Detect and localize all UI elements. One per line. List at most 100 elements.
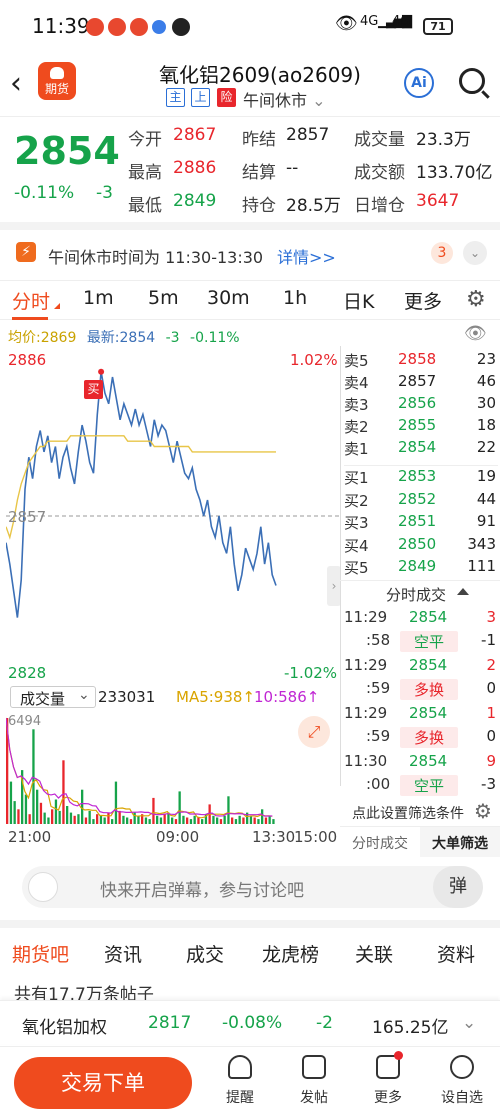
tab-30m[interactable]: 30m	[207, 287, 250, 309]
volume-bar	[253, 817, 256, 824]
tab-5m[interactable]: 5m	[148, 287, 179, 309]
add-watchlist-button[interactable]: 设自选	[434, 1055, 490, 1107]
trade-seconds: :58	[366, 631, 391, 649]
remind-button[interactable]: 提醒	[212, 1055, 268, 1107]
tab-news[interactable]: 资讯	[104, 940, 142, 967]
volume-bar	[152, 797, 155, 824]
panel-toggle-arrow-icon[interactable]: ›	[327, 566, 341, 606]
volume-bar	[39, 802, 43, 824]
change-value: -3	[96, 183, 113, 203]
tab-ranking[interactable]: 龙虎榜	[262, 940, 319, 967]
session-status[interactable]: 午间休市 ⌄	[243, 87, 326, 111]
period-tabs: 分时 1m 5m 30m 1h 日K 更多 ⚙	[0, 280, 500, 320]
axis-bottom-price: 2828	[8, 664, 47, 682]
filter-gear-icon[interactable]: ⚙	[474, 799, 492, 823]
tab-1h[interactable]: 1h	[283, 287, 307, 309]
volume-bar	[137, 815, 140, 824]
filter-settings-link[interactable]: 点此设置筛选条件	[352, 803, 464, 823]
lightning-icon: ⚡	[16, 242, 36, 262]
subtab-big-orders[interactable]: 大单筛选	[432, 833, 488, 853]
book-price: 2856	[398, 394, 437, 412]
latest-change: -3	[165, 330, 180, 346]
trades-title[interactable]: 分时成交	[386, 584, 446, 605]
danmaku-settings-icon[interactable]	[28, 872, 58, 902]
trade-seconds: :59	[366, 679, 391, 697]
weighted-index-bar[interactable]: 氧化铝加权 2817 -0.08% -2 165.25亿 ⌄	[0, 1000, 500, 1044]
content-tabs: 期货吧 资讯 成交 龙虎榜 关联 资料	[0, 920, 500, 972]
trade-type: 多换	[400, 727, 459, 748]
book-level-label: 卖1	[344, 440, 369, 458]
axis-mid-price: 2857	[8, 508, 47, 526]
visibility-eye-icon[interactable]: 👁	[464, 323, 487, 344]
tab-profile[interactable]: 资料	[437, 940, 475, 967]
trade-time: 11:29	[344, 656, 388, 674]
notice-bar[interactable]: ⚡ 午间休市时间为 11:30-13:30 详情>> 3 ⌄	[0, 222, 500, 274]
book-price: 2857	[398, 372, 437, 390]
volume-bar	[264, 817, 268, 824]
weighted-price: 2817	[148, 1013, 192, 1033]
tab-1m[interactable]: 1m	[83, 287, 114, 309]
expand-chevron-icon[interactable]: ⌄	[463, 241, 487, 265]
time-label-break: 13:30	[252, 828, 296, 846]
book-volume: 44	[476, 489, 496, 508]
volume-value: 233031	[98, 688, 156, 706]
volume-bar	[99, 815, 103, 824]
more-button[interactable]: 更多	[360, 1051, 416, 1107]
trades-collapse-icon[interactable]	[457, 588, 469, 595]
settings-gear-icon[interactable]: ⚙	[466, 287, 486, 312]
trade-oi-change: 0	[486, 679, 496, 697]
quote-value: 2849	[173, 191, 217, 211]
trade-price: 2854	[409, 704, 448, 722]
trade-type: 空平	[400, 631, 459, 652]
tab-forum[interactable]: 期货吧	[12, 940, 69, 967]
trade-order-button[interactable]: 交易下单	[14, 1057, 192, 1109]
volume-bar	[96, 814, 99, 824]
volume-bar	[219, 819, 223, 824]
expand-arrows-icon[interactable]: ⤢	[298, 716, 330, 748]
avg-price-line	[6, 435, 276, 540]
book-volume: 23	[476, 350, 496, 368]
volume-bar	[189, 819, 193, 824]
ai-assistant-button[interactable]: Ai	[404, 68, 434, 98]
last-price: 2854	[14, 129, 120, 173]
chevron-down-icon[interactable]: ⌄	[462, 1013, 476, 1033]
bottom-action-bar: 交易下单 提醒 发帖 更多 设自选	[0, 1046, 500, 1117]
notice-details-link[interactable]: 详情>>	[277, 244, 336, 268]
buy-marker[interactable]: 买	[84, 380, 103, 399]
subtab-trades[interactable]: 分时成交	[352, 833, 408, 853]
volume-bar	[186, 817, 189, 824]
book-volume: 343	[467, 534, 496, 553]
book-price: 2854	[398, 438, 437, 456]
time-label-close: 15:00	[294, 828, 338, 846]
post-button[interactable]: 发帖	[286, 1055, 342, 1107]
active-tab-underline	[12, 317, 48, 320]
trade-volume: 2	[486, 656, 496, 674]
message-icon	[172, 18, 190, 36]
volume-bar	[43, 812, 46, 824]
trade-oi-change: -3	[481, 775, 496, 793]
volume-bar	[163, 814, 166, 824]
book-volume: 91	[476, 512, 496, 530]
tab-more[interactable]: 更多	[404, 287, 442, 314]
danmaku-toggle-button[interactable]: 弹	[433, 866, 483, 908]
volume-bar	[32, 729, 35, 824]
volume-bar	[216, 817, 219, 824]
volume-bar	[88, 810, 91, 824]
trade-oi-change: 0	[486, 727, 496, 745]
danmaku-placeholder: 快来开启弹幕，参与讨论吧	[100, 881, 304, 901]
tab-trades[interactable]: 成交	[186, 940, 224, 967]
book-price: 2850	[398, 534, 437, 553]
tag-main: 主	[166, 88, 185, 107]
volume-indicator-label: 成交量	[20, 690, 66, 708]
divider	[340, 580, 500, 581]
tab-related[interactable]: 关联	[355, 940, 393, 967]
tab-intraday[interactable]: 分时	[12, 287, 50, 314]
weighted-pct: -0.08%	[222, 1013, 283, 1033]
tab-daily[interactable]: 日K	[343, 287, 374, 314]
back-arrow-icon[interactable]: ‹	[10, 66, 22, 101]
trade-seconds: :00	[366, 775, 391, 793]
search-icon[interactable]	[459, 68, 485, 94]
bell-icon	[228, 1055, 252, 1079]
trade-volume: 1	[486, 704, 496, 722]
volume-bar	[122, 815, 125, 824]
